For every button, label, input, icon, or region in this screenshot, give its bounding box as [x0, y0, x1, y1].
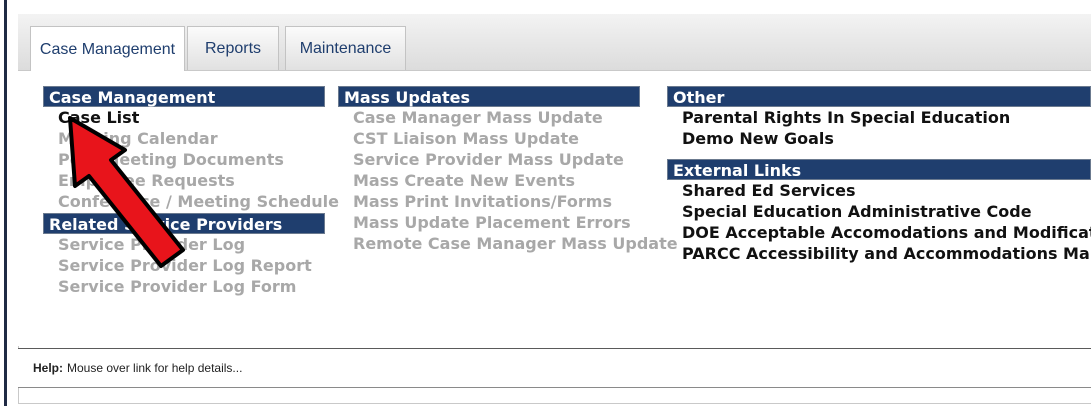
middle-column: Mass Updates Case Manager Mass Update CS… [338, 86, 678, 254]
menu-content: Case Management Case List Meeting Calend… [18, 71, 1091, 346]
post-meeting-documents-link[interactable]: Post Meeting Documents [43, 149, 325, 170]
parental-rights-link[interactable]: Parental Rights In Special Education [667, 107, 1091, 128]
demo-new-goals-link[interactable]: Demo New Goals [667, 128, 1091, 149]
mass-create-new-events-link[interactable]: Mass Create New Events [338, 170, 640, 191]
remote-case-manager-mass-update-link[interactable]: Remote Case Manager Mass Update [338, 233, 678, 254]
tab-bar: Case Management Reports Maintenance [18, 14, 1091, 72]
help-label: Help: [33, 361, 63, 375]
service-provider-log-link[interactable]: Service Provider Log [43, 234, 325, 255]
left-window-edge [0, 0, 8, 406]
conference-meeting-schedule-link[interactable]: Conference / Meeting Schedule [43, 191, 339, 212]
section-header-mass-updates: Mass Updates [338, 86, 640, 107]
case-list-link[interactable]: Case List [43, 107, 325, 128]
special-education-administrative-code-link[interactable]: Special Education Administrative Code [667, 201, 1091, 222]
help-text: Mouse over link for help details... [67, 361, 243, 375]
meeting-calendar-link[interactable]: Meeting Calendar [43, 128, 325, 149]
service-provider-log-report-link[interactable]: Service Provider Log Report [43, 255, 325, 276]
service-provider-mass-update-link[interactable]: Service Provider Mass Update [338, 149, 640, 170]
section-header-case-management: Case Management [43, 86, 325, 107]
section-header-external-links: External Links [667, 159, 1091, 180]
left-column: Case Management Case List Meeting Calend… [43, 86, 339, 297]
case-manager-mass-update-link[interactable]: Case Manager Mass Update [338, 107, 640, 128]
mass-print-invitations-forms-link[interactable]: Mass Print Invitations/Forms [338, 191, 640, 212]
right-column: Other Parental Rights In Special Educati… [667, 86, 1091, 264]
service-provider-log-form-link[interactable]: Service Provider Log Form [43, 276, 325, 297]
section-header-related-service-providers: Related Service Providers [43, 213, 325, 234]
help-bar: Help: Mouse over link for help details..… [18, 348, 1091, 388]
section-header-other: Other [667, 86, 1091, 107]
mass-update-placement-errors-link[interactable]: Mass Update Placement Errors [338, 212, 640, 233]
shared-ed-services-link[interactable]: Shared Ed Services [667, 180, 1091, 201]
tab-case-management[interactable]: Case Management [30, 26, 185, 72]
cst-liaison-mass-update-link[interactable]: CST Liaison Mass Update [338, 128, 640, 149]
parcc-accessibility-manual-link[interactable]: PARCC Accessibility and Accommodations M… [667, 243, 1091, 264]
doe-acceptable-accomodations-link[interactable]: DOE Acceptable Accomodations and Modific… [667, 222, 1091, 243]
employee-requests-link[interactable]: Employee Requests [43, 170, 325, 191]
tab-maintenance[interactable]: Maintenance [285, 26, 406, 70]
tab-reports[interactable]: Reports [187, 26, 279, 70]
